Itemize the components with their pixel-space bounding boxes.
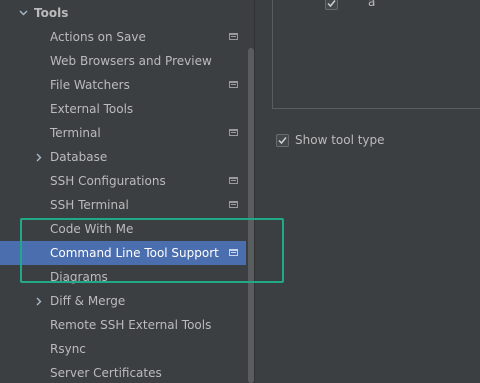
checkmark-icon xyxy=(278,137,287,145)
tree-item-label: Diff & Merge xyxy=(50,294,126,308)
project-settings-icon xyxy=(229,33,238,40)
tree-item-server-certificates[interactable]: Server Certificates xyxy=(0,361,246,383)
project-settings-icon xyxy=(229,129,238,136)
tree-item-label: Actions on Save xyxy=(50,30,146,44)
project-settings-icon xyxy=(229,81,238,88)
project-settings-icon xyxy=(229,249,238,256)
project-settings-icon xyxy=(229,201,238,208)
tree-item-ssh-configurations[interactable]: SSH Configurations xyxy=(0,169,246,193)
tree-item-file-watchers[interactable]: File Watchers xyxy=(0,73,246,97)
tree-item-label: Diagrams xyxy=(50,270,108,284)
tree-item-remote-ssh-external-tools[interactable]: Remote SSH External Tools xyxy=(0,313,246,337)
tree-item-label: Command Line Tool Support xyxy=(50,246,219,260)
show-tool-type-label: Show tool type xyxy=(295,133,385,147)
tree-item-label: Web Browsers and Preview xyxy=(50,54,212,68)
show-tool-type-checkbox[interactable] xyxy=(276,134,289,147)
tree-item-label: Server Certificates xyxy=(50,366,162,380)
project-settings-icon xyxy=(229,177,238,184)
tree-item-label: SSH Configurations xyxy=(50,174,166,188)
options-panel: a xyxy=(272,0,480,109)
tree-item-label: Database xyxy=(50,150,108,164)
tree-item-command-line-tool-support[interactable]: Command Line Tool Support xyxy=(0,241,246,265)
tree-item-label: Terminal xyxy=(50,126,101,140)
tree-item-label: Code With Me xyxy=(50,222,134,236)
tree-item-terminal[interactable]: Terminal xyxy=(0,121,246,145)
tree-item-rsync[interactable]: Rsync xyxy=(0,337,246,361)
tree-item-label: File Watchers xyxy=(50,78,130,92)
tree-item-external-tools[interactable]: External Tools xyxy=(0,97,246,121)
tree-item-diagrams[interactable]: Diagrams xyxy=(0,265,246,289)
checkmark-icon xyxy=(327,0,336,8)
tree-item-web-browsers[interactable]: Web Browsers and Preview xyxy=(0,49,246,73)
tree-item-label: External Tools xyxy=(50,102,134,116)
chevron-right-icon[interactable] xyxy=(34,296,44,306)
tree-item-ssh-terminal[interactable]: SSH Terminal xyxy=(0,193,246,217)
tree-item-code-with-me[interactable]: Code With Me xyxy=(0,217,246,241)
tree-section-label: Tools xyxy=(34,6,69,20)
settings-tree: Tools Actions on Save Web Browsers and P… xyxy=(0,0,254,383)
tree-item-label: Remote SSH External Tools xyxy=(50,318,212,332)
tree-item-diff-merge[interactable]: Diff & Merge xyxy=(0,289,246,313)
tree-item-label: SSH Terminal xyxy=(50,198,129,212)
settings-window: Tools Actions on Save Web Browsers and P… xyxy=(0,0,480,383)
tree-section-tools[interactable]: Tools xyxy=(0,1,246,25)
tree-item-label: Rsync xyxy=(50,342,86,356)
tree-item-actions-on-save[interactable]: Actions on Save xyxy=(0,25,246,49)
tree-item-database[interactable]: Database xyxy=(0,145,246,169)
option-a-checkbox[interactable] xyxy=(325,0,338,10)
chevron-right-icon[interactable] xyxy=(34,152,44,162)
chevron-down-icon[interactable] xyxy=(18,8,28,18)
option-a-label: a xyxy=(368,0,376,9)
